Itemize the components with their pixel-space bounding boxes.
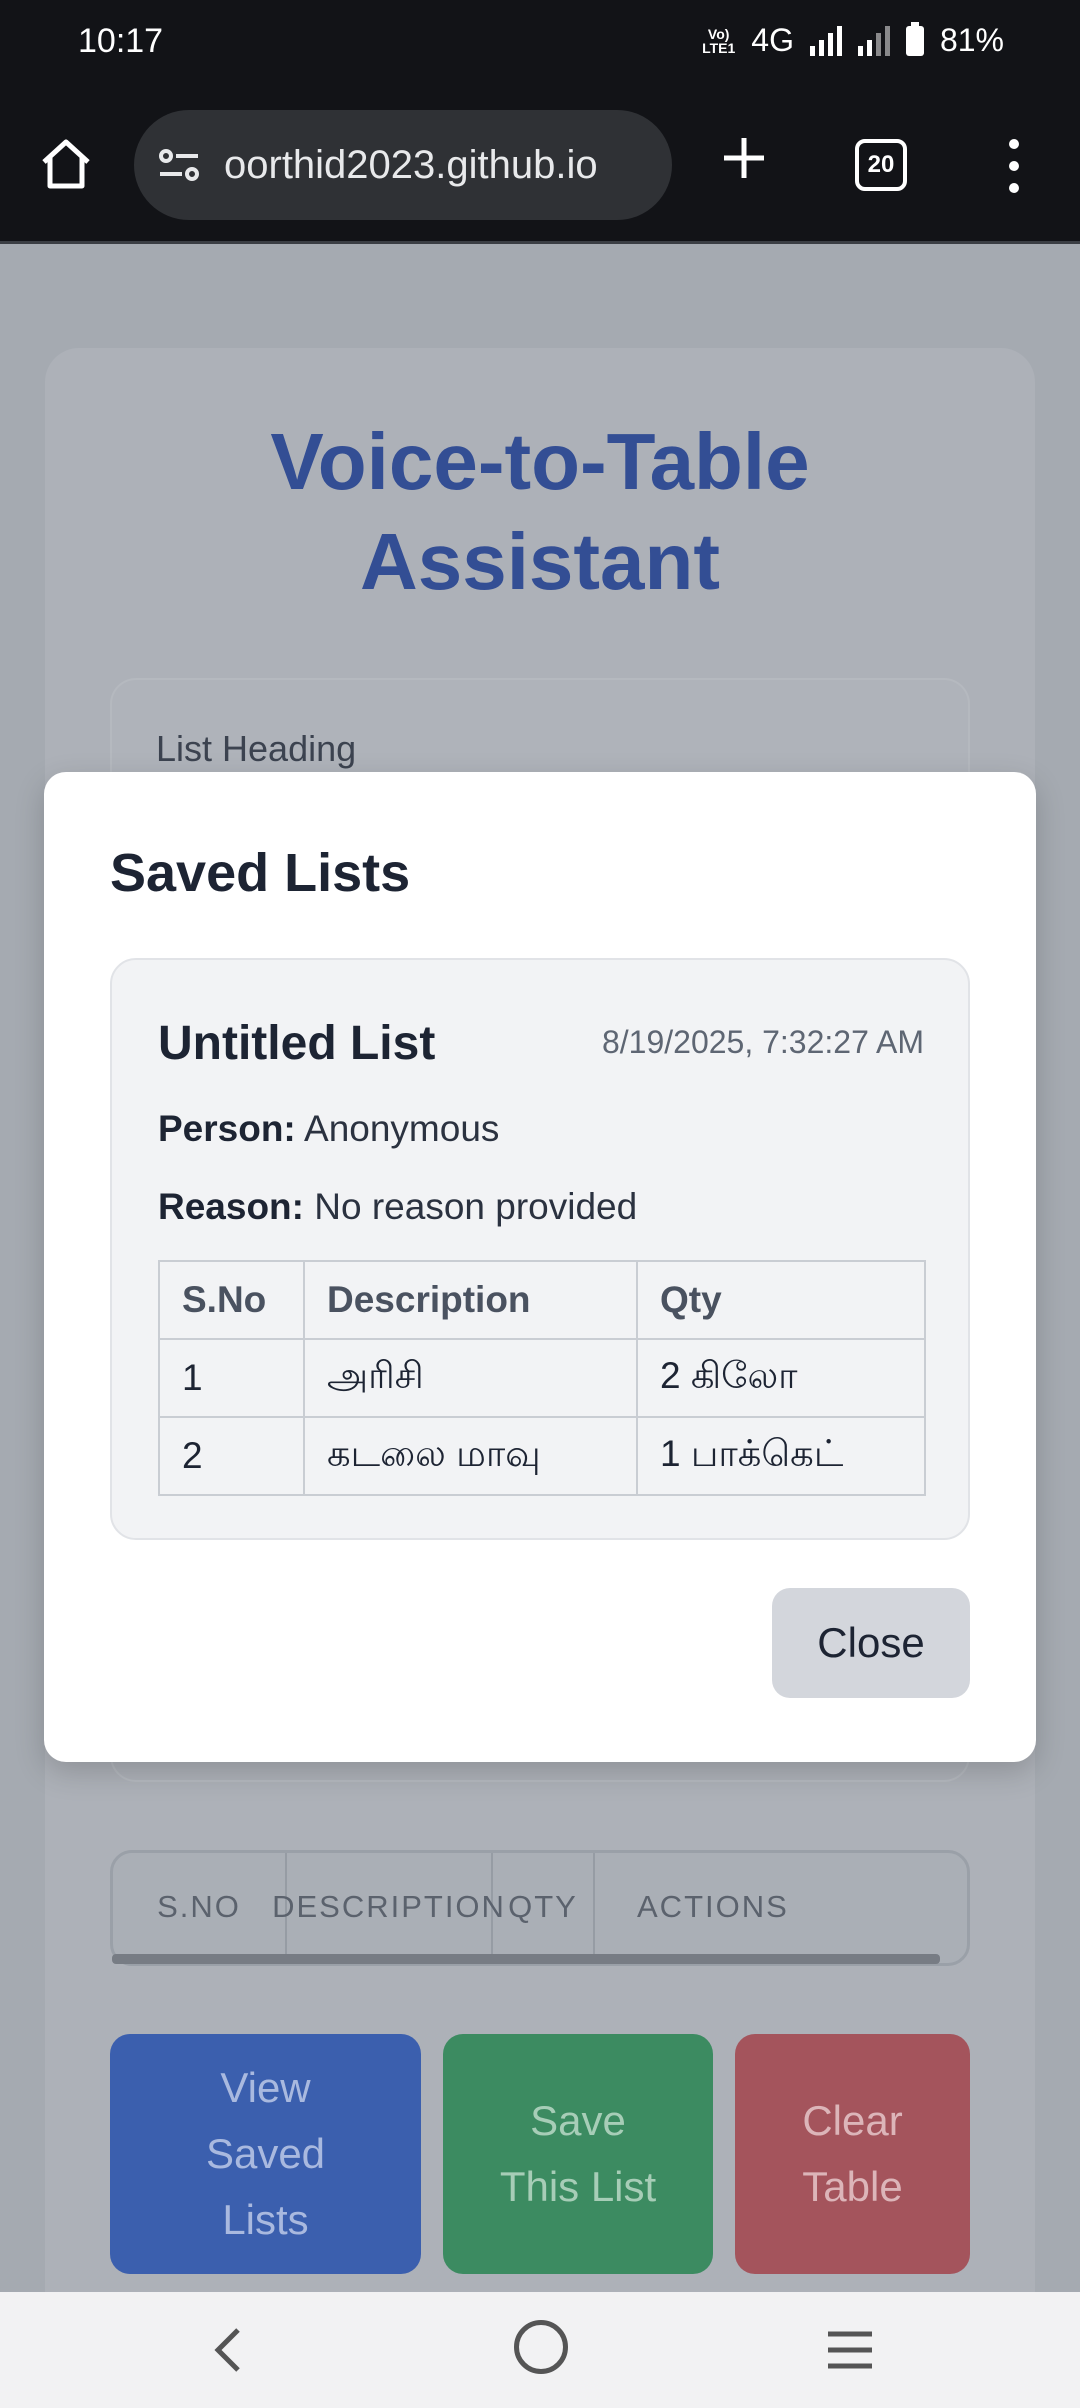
home-icon[interactable] xyxy=(36,134,96,194)
back-icon[interactable] xyxy=(200,2320,256,2380)
header-description: Description xyxy=(303,1260,638,1340)
volte-icon: Vo) LTE1 xyxy=(702,25,736,56)
col-qty: QTY xyxy=(493,1853,595,1961)
items-table-header: S.NO DESCRIPTION QTY ACTIONS xyxy=(110,1850,970,1966)
cell-qty: 2 கிலோ xyxy=(636,1338,926,1418)
table-header-row: S.No Description Qty xyxy=(158,1260,926,1340)
status-time: 10:17 xyxy=(78,22,164,60)
network-type: 4G xyxy=(751,22,794,58)
cell-sno: 1 xyxy=(158,1338,305,1418)
url-text[interactable]: oorthid2023.github.io xyxy=(224,143,598,188)
saved-list-name: Untitled List xyxy=(158,1017,436,1070)
cell-description: கடலை மாவு xyxy=(303,1416,638,1496)
page-title-line2: Assistant xyxy=(359,517,721,606)
saved-list-table: S.No Description Qty 1 அரிசி 2 கிலோ 2 கட… xyxy=(158,1260,926,1496)
col-sno: S.NO xyxy=(113,1853,287,1961)
more-vert-icon[interactable] xyxy=(1000,134,1028,198)
signal-icon xyxy=(809,25,842,56)
saved-list-card: Untitled List 8/19/2025, 7:32:27 AM Pers… xyxy=(110,958,970,1540)
cell-sno: 2 xyxy=(158,1416,305,1496)
modal-title: Saved Lists xyxy=(110,843,411,903)
clear-table-line1: Clear xyxy=(802,2097,903,2144)
saved-list-date: 8/19/2025, 7:32:27 AM xyxy=(601,1024,924,1060)
header-sno: S.No xyxy=(158,1260,305,1340)
reason-value: No reason provided xyxy=(314,1186,638,1227)
recent-apps-icon[interactable] xyxy=(820,2328,880,2372)
list-heading-label: List Heading xyxy=(156,728,357,769)
table-row: 1 அரிசி 2 கிலோ xyxy=(158,1338,926,1418)
cell-description: அரிசி xyxy=(303,1338,638,1418)
browser-toolbar: oorthid2023.github.io 20 xyxy=(0,90,1080,244)
save-list-line1: Save xyxy=(530,2097,626,2144)
address-bar[interactable]: oorthid2023.github.io xyxy=(134,110,672,220)
cell-qty: 1 பாக்கெட் xyxy=(636,1416,926,1496)
col-actions: ACTIONS xyxy=(637,1889,789,1924)
table-scrollbar[interactable] xyxy=(112,1954,940,1964)
status-bar: 10:17 Vo) LTE1 4G 81% xyxy=(0,0,1080,90)
view-saved-line2: Saved xyxy=(205,2130,326,2177)
person-row: Person: Anonymous xyxy=(158,1108,499,1150)
status-icons: Vo) LTE1 4G 81% xyxy=(702,21,1004,59)
clear-table-line2: Table xyxy=(802,2163,903,2210)
clear-table-button[interactable]: Clear Table xyxy=(735,2034,970,2274)
reason-label: Reason: xyxy=(158,1186,304,1227)
page-title-line1: Voice-to-Table xyxy=(270,417,810,506)
battery-icon xyxy=(905,21,924,56)
signal-2-icon xyxy=(857,25,890,56)
tab-switcher-icon[interactable]: 20 xyxy=(855,139,907,191)
person-label: Person: xyxy=(158,1108,296,1149)
page-title: Voice-to-Table Assistant xyxy=(45,412,1035,612)
save-list-line2: This List xyxy=(499,2163,657,2210)
save-list-button[interactable]: Save This List xyxy=(443,2034,713,2274)
home-circle-icon[interactable] xyxy=(514,2320,568,2374)
col-description: DESCRIPTION xyxy=(272,1853,504,1961)
saved-lists-modal: Saved Lists Untitled List 8/19/2025, 7:3… xyxy=(44,772,1036,1762)
battery-percent: 81% xyxy=(939,22,1004,58)
tab-count: 20 xyxy=(867,151,895,178)
new-tab-plus-icon[interactable] xyxy=(718,132,770,184)
system-nav-bar xyxy=(0,2292,1080,2408)
site-settings-icon[interactable] xyxy=(156,142,202,188)
view-saved-line3: Lists xyxy=(222,2196,309,2243)
view-saved-line1: View xyxy=(220,2064,311,2111)
view-saved-lists-button[interactable]: View Saved Lists xyxy=(110,2034,421,2274)
reason-row: Reason: No reason provided xyxy=(158,1186,637,1228)
person-value: Anonymous xyxy=(304,1108,500,1149)
table-row: 2 கடலை மாவு 1 பாக்கெட் xyxy=(158,1416,926,1496)
header-qty: Qty xyxy=(636,1260,926,1340)
close-button[interactable]: Close xyxy=(772,1588,970,1698)
